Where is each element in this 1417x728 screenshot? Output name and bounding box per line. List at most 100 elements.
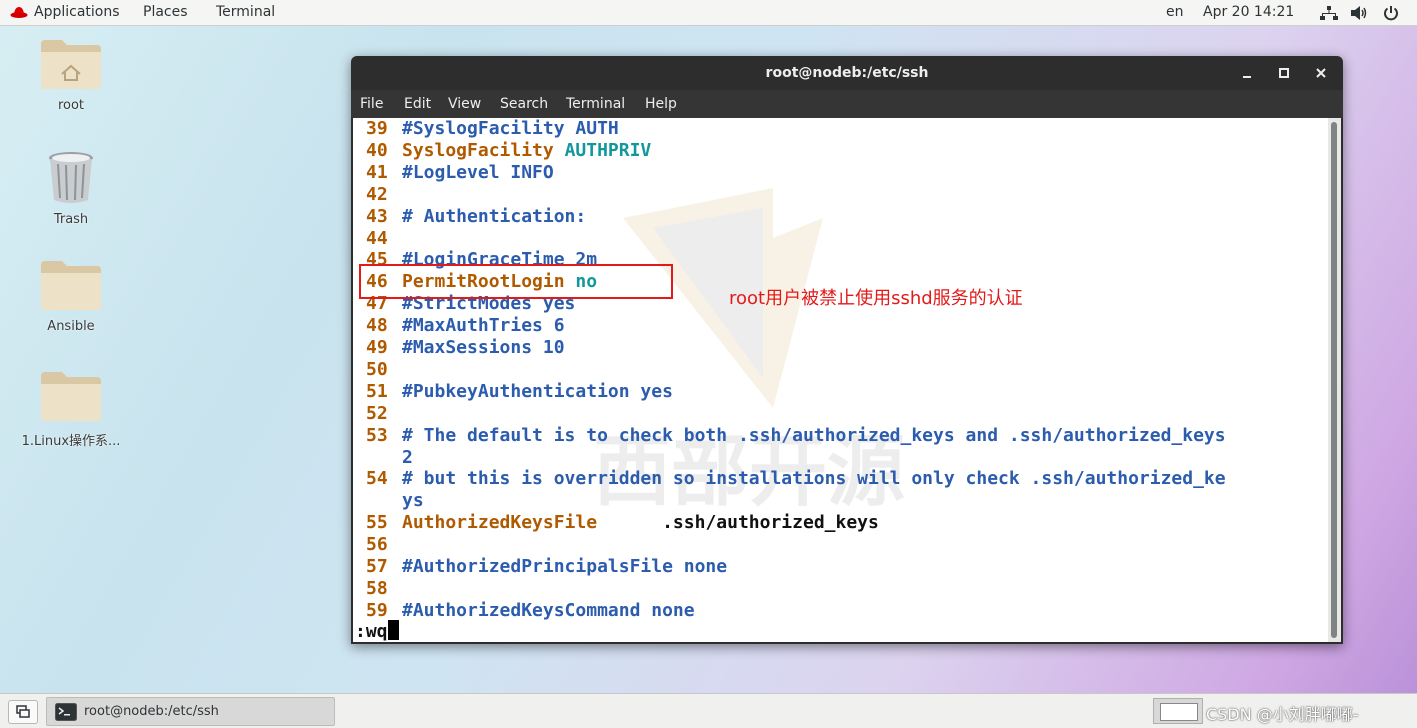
editor-line: 57 #AuthorizedPrincipalsFile none	[366, 556, 727, 578]
code-token: ys	[402, 490, 424, 512]
desktop-icon-root[interactable]: root	[11, 38, 131, 113]
line-number: 50	[366, 358, 388, 380]
command-line[interactable]: :wq	[355, 620, 399, 642]
redhat-icon	[10, 7, 28, 18]
editor-line: 49 #MaxSessions 10	[366, 337, 565, 359]
terminal-window: root@nodeb:/etc/ssh File Edit View Searc…	[351, 56, 1343, 644]
text-cursor	[387, 620, 399, 640]
show-desktop-button[interactable]	[8, 700, 38, 724]
line-number: 57	[366, 556, 388, 577]
maximize-button[interactable]	[1274, 63, 1294, 83]
editor-line: 53 # The default is to check both .ssh/au…	[366, 425, 1226, 447]
code-token: #AuthorizedPrincipalsFile none	[402, 556, 728, 577]
network-icon[interactable]	[1320, 5, 1338, 21]
editor-line: 56	[366, 534, 402, 556]
line-number: 42	[366, 183, 388, 205]
taskbar-item-terminal[interactable]: root@nodeb:/etc/ssh	[46, 697, 335, 726]
power-icon[interactable]	[1383, 5, 1399, 21]
line-number: 55	[366, 512, 388, 534]
menu-bar: File Edit View Search Terminal Help	[351, 90, 1343, 118]
workspace-1[interactable]	[1160, 703, 1198, 721]
code-token: # The default is to check both .ssh/auth…	[402, 424, 1226, 446]
menu-view[interactable]: View	[448, 96, 481, 112]
folder-icon	[41, 372, 101, 421]
code-token: # but this is overridden so installation…	[402, 468, 1226, 490]
line-number: 51	[366, 380, 388, 402]
window-title[interactable]: root@nodeb:/etc/ssh	[351, 56, 1343, 90]
editor-line: 2	[366, 447, 413, 469]
menu-help[interactable]: Help	[645, 96, 677, 112]
code-token: #AuthorizedKeysCommand none	[402, 599, 695, 621]
line-number: 44	[366, 227, 388, 249]
scrollbar-thumb[interactable]	[1331, 122, 1337, 638]
line-number: 41	[366, 161, 388, 183]
line-number: 39	[366, 118, 388, 139]
code-token: #MaxSessions 10	[402, 337, 565, 358]
folder-icon	[41, 261, 101, 310]
minimize-icon	[1243, 76, 1251, 78]
show-desktop-icon	[16, 705, 30, 718]
line-number: 53	[366, 424, 388, 446]
desktop-icon-label: Ansible	[47, 319, 95, 334]
code-token: .ssh/authorized_keys	[597, 512, 879, 534]
volume-icon[interactable]	[1350, 5, 1368, 21]
editor-line: 39 #SyslogFacility AUTH	[366, 118, 619, 140]
terminal-content[interactable]: 西部开源 39 #SyslogFacility AUTH 40 SyslogFacil…	[353, 118, 1328, 642]
code-token: #LogLevel INFO	[402, 161, 554, 183]
applications-menu[interactable]: Applications	[34, 4, 120, 20]
line-number: 59	[366, 599, 388, 621]
code-token: SyslogFacility	[402, 139, 565, 161]
line-number: 43	[366, 205, 388, 227]
minimize-button[interactable]	[1237, 63, 1257, 83]
line-number: 52	[366, 402, 388, 424]
desktop-icon-linux-folder[interactable]: 1.Linux操作系...	[11, 370, 131, 449]
editor-line: 44	[366, 228, 402, 250]
places-menu[interactable]: Places	[143, 4, 188, 20]
menu-terminal[interactable]: Terminal	[566, 96, 625, 112]
code-token: #PubkeyAuthentication yes	[402, 380, 673, 402]
editor-line: 40 SyslogFacility AUTHPRIV	[366, 140, 651, 162]
menu-search[interactable]: Search	[500, 96, 548, 112]
desktop-icon-trash[interactable]: Trash	[11, 150, 131, 227]
editor-line: 58	[366, 578, 402, 600]
menu-edit[interactable]: Edit	[404, 96, 431, 112]
desktop-icon-label: 1.Linux操作系...	[21, 434, 121, 449]
editor-line: 50	[366, 359, 402, 381]
code-token: #MaxAuthTries 6	[402, 315, 565, 337]
top-bar: Applications Places Terminal en Apr 20 1…	[0, 0, 1417, 26]
watermark-logo: 西部开源	[593, 188, 905, 508]
command-text: :wq	[355, 621, 388, 642]
code-token: AUTHPRIV	[564, 139, 652, 161]
taskbar: root@nodeb:/etc/ssh CSDN @小刘胖嘟嘟-	[0, 693, 1417, 728]
terminal-app-menu[interactable]: Terminal	[216, 4, 275, 20]
editor-line: 55 AuthorizedKeysFile .ssh/authorized_key…	[366, 512, 879, 534]
line-number: 54	[366, 468, 388, 490]
editor-line: 41 #LogLevel INFO	[366, 162, 554, 184]
line-number: 56	[366, 534, 388, 556]
close-button[interactable]	[1311, 63, 1331, 83]
editor-line: 43 # Authentication:	[366, 206, 586, 228]
language-indicator[interactable]: en	[1166, 4, 1184, 20]
editor-line: 42	[366, 184, 402, 206]
line-number: 40	[366, 139, 388, 161]
terminal-icon	[55, 703, 77, 721]
line-number: 48	[366, 315, 388, 337]
code-token: # Authentication:	[402, 205, 587, 227]
desktop-icon-ansible[interactable]: Ansible	[11, 259, 131, 334]
editor-line: 48 #MaxAuthTries 6	[366, 315, 565, 337]
highlight-box	[359, 264, 673, 299]
code-token: AuthorizedKeysFile	[402, 512, 598, 534]
desktop-icon-label: root	[57, 98, 85, 113]
workspace-switcher[interactable]	[1153, 698, 1203, 724]
editor-line: 59 #AuthorizedKeysCommand none	[366, 600, 695, 622]
clock[interactable]: Apr 20 14:21	[1203, 4, 1294, 20]
home-folder-icon	[41, 40, 101, 89]
desktop-icon-label: Trash	[53, 212, 89, 227]
line-number: 49	[366, 337, 388, 358]
menu-file[interactable]: File	[360, 96, 383, 112]
maximize-icon	[1279, 68, 1289, 78]
editor-line: 51 #PubkeyAuthentication yes	[366, 381, 673, 403]
trash-icon	[49, 152, 93, 203]
scrollbar[interactable]	[1328, 118, 1341, 642]
close-icon	[1316, 68, 1326, 78]
